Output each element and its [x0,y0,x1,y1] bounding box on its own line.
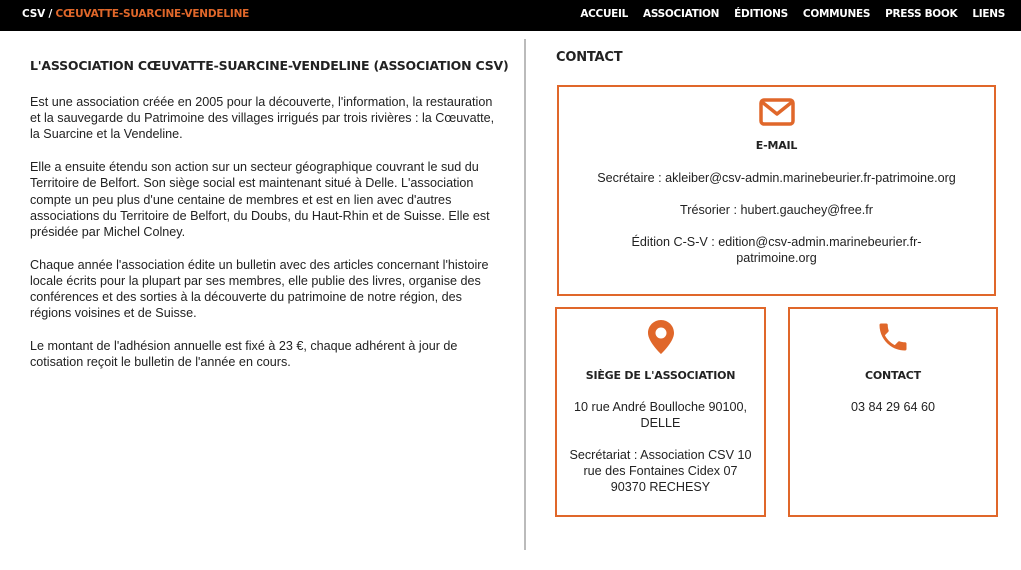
email-secretaire[interactable]: Secrétaire : akleiber@csv-admin.marinebe… [559,170,994,186]
association-paragraph: Est une association créée en 2005 pour l… [30,95,495,142]
siege-address: 10 rue André Boulloche 90100, DELLE [574,400,747,430]
top-navigation-bar: CSV / CŒUVATTE-SUARCINE-VENDELINE ACCUEI… [0,0,1021,31]
nav-link-communes[interactable]: COMMUNES [803,8,870,20]
main-nav: ACCUEIL ASSOCIATION ÉDITIONS COMMUNES PR… [580,8,1005,20]
siege-box: SIÈGE DE L'ASSOCIATION 10 rue André Boul… [555,307,766,517]
nav-link-association[interactable]: ASSOCIATION [643,8,719,20]
nav-link-accueil[interactable]: ACCUEIL [580,8,628,20]
nav-link-liens[interactable]: LIENS [972,8,1005,20]
nav-link-press-book[interactable]: PRESS BOOK [885,8,958,20]
email-contact-box: E-MAIL Secrétaire : akleiber@csv-admin.m… [557,85,996,296]
contact-heading: CONTACT [556,50,623,65]
association-paragraph: Le montant de l'adhésion annuelle est fi… [30,338,458,370]
brand-name: CŒUVATTE-SUARCINE-VENDELINE [55,8,250,20]
association-paragraph: Chaque année l'association édite un bull… [30,257,489,321]
association-title: L'ASSOCIATION CŒUVATTE-SUARCINE-VENDELIN… [30,58,509,73]
email-box-title: E-MAIL [755,139,798,152]
association-section: L'ASSOCIATION CŒUVATTE-SUARCINE-VENDELIN… [30,58,509,387]
phone-number[interactable]: 03 84 29 64 60 [790,399,996,415]
brand-prefix: CSV / [22,8,56,20]
envelope-icon [758,98,795,126]
site-brand-link[interactable]: CSV / CŒUVATTE-SUARCINE-VENDELINE [22,8,249,20]
phone-box: CONTACT 03 84 29 64 60 [788,307,998,517]
column-divider [524,39,526,550]
email-edition[interactable]: Édition C-S-V : edition@csv-admin.marine… [559,234,994,266]
secretariat-address: Secrétariat : Association CSV 10 rue des… [569,448,752,494]
nav-link-editions[interactable]: ÉDITIONS [734,8,788,20]
association-paragraph: Elle a ensuite étendu son action sur un … [30,160,490,239]
map-pin-icon [647,320,674,354]
phone-box-title: CONTACT [865,369,921,382]
siege-box-title: SIÈGE DE L'ASSOCIATION [585,369,736,382]
email-tresorier[interactable]: Trésorier : hubert.gauchey@free.fr [559,202,994,218]
phone-icon [879,323,907,351]
